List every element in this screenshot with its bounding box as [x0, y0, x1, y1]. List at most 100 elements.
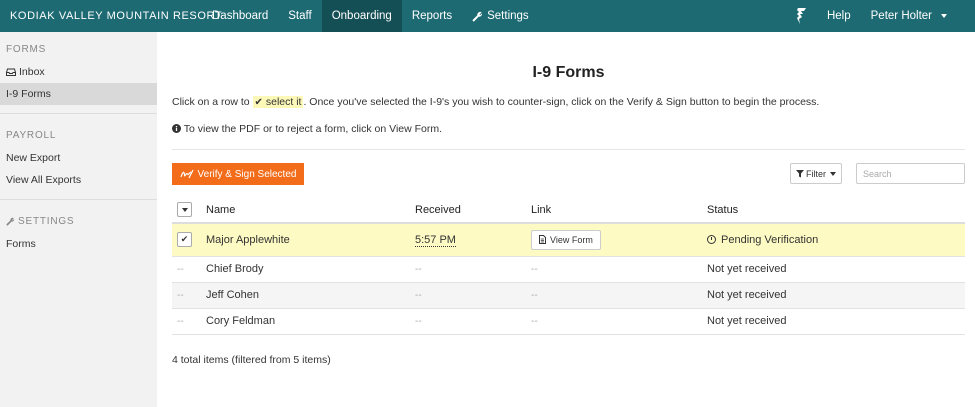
divider [172, 149, 965, 150]
sidebar-divider [0, 199, 157, 200]
instruction-post: . Once you've selected the I-9's you wis… [303, 96, 820, 108]
nav-onboarding[interactable]: Onboarding [321, 0, 402, 32]
signature-icon [179, 169, 194, 179]
row-received: -- [415, 256, 531, 283]
nav-staff-label: Staff [288, 10, 312, 22]
row-checkbox-placeholder: -- [172, 256, 206, 283]
toolbar: Verify & Sign Selected Filter [172, 163, 965, 203]
instructions: Click on a row to ✔ select it. Once you'… [172, 96, 965, 108]
checkmark-icon: ✔ [254, 97, 263, 108]
row-link-dash: -- [531, 290, 538, 301]
table-row[interactable]: -- Cory Feldman -- -- Not yet received [172, 308, 965, 335]
checkmark-icon: ✔ [180, 234, 189, 245]
filter-button[interactable]: Filter [790, 163, 842, 184]
row-received: -- [415, 308, 531, 335]
row-received-dash: -- [415, 290, 422, 301]
row-status: Not yet received [707, 282, 965, 309]
row-received-cell: 5:57 PM [415, 223, 531, 257]
nav-settings-label: Settings [487, 10, 529, 22]
nav-dashboard-label: Dashboard [212, 10, 269, 22]
sidebar-heading-forms: FORMS [6, 44, 47, 55]
row-checkbox[interactable]: ✔ [177, 232, 192, 248]
verify-sign-selected-button[interactable]: Verify & Sign Selected [172, 163, 304, 185]
help-link[interactable]: Help [817, 0, 861, 32]
main-nav: Dashboard Staff Onboarding Reports Setti… [202, 0, 539, 32]
row-checkbox-dash: -- [177, 316, 184, 327]
chevron-down-icon [181, 207, 188, 212]
top-navbar: KODIAK VALLEY MOUNTAIN RESORT Dashboard … [0, 0, 975, 32]
sidebar-item-label: Inbox [19, 66, 45, 78]
sidebar-heading-settings-label: SETTINGS [18, 216, 75, 227]
instruction-highlight: select it [265, 96, 302, 108]
row-status: Pending Verification [721, 233, 819, 246]
row-link: -- [531, 282, 707, 309]
inbox-icon [6, 68, 16, 76]
row-name: Jeff Cohen [206, 282, 415, 309]
sidebar-item-label: I-9 Forms [6, 88, 51, 100]
nav-right: Help Peter Holter [785, 0, 975, 32]
sidebar-item-new-export[interactable]: New Export [0, 147, 157, 169]
sidebar-divider [0, 113, 157, 114]
sidebar-item-inbox[interactable]: Inbox [0, 61, 157, 83]
wrench-icon [6, 217, 15, 226]
alpine-logo-icon[interactable] [785, 0, 817, 32]
sidebar-heading-settings: SETTINGS [0, 204, 157, 233]
wrench-icon [472, 11, 483, 22]
clock-icon [707, 235, 716, 245]
chevron-down-icon [830, 171, 836, 176]
select-highlight: ✔ select it [252, 96, 304, 108]
page-title: I-9 Forms [532, 64, 605, 81]
row-name: Cory Feldman [206, 308, 415, 335]
row-checkbox-placeholder: -- [172, 308, 206, 335]
row-link-dash: -- [531, 264, 538, 275]
filter-label: Filter [806, 168, 826, 179]
row-received-dash: -- [415, 264, 422, 275]
row-link-dash: -- [531, 316, 538, 327]
row-name: Chief Brody [206, 256, 415, 283]
nav-dashboard[interactable]: Dashboard [202, 0, 278, 32]
info-text: To view the PDF or to reject a form, cli… [183, 123, 443, 135]
row-status-cell: Pending Verification [707, 223, 965, 257]
row-checkbox-placeholder: -- [172, 282, 206, 309]
select-all-checkbox[interactable] [177, 202, 192, 217]
row-status: Not yet received [707, 256, 965, 283]
view-form-button[interactable]: View Form [531, 229, 601, 250]
nav-settings[interactable]: Settings [462, 0, 539, 32]
table-row[interactable]: -- Jeff Cohen -- -- Not yet received [172, 282, 965, 309]
row-received: 5:57 PM [415, 233, 456, 247]
row-status: Not yet received [707, 308, 965, 335]
nav-staff[interactable]: Staff [278, 0, 321, 32]
sidebar-item-i9-forms[interactable]: I-9 Forms [0, 83, 157, 105]
row-link: -- [531, 256, 707, 283]
instruction-pre: Click on a row to [172, 96, 250, 108]
nav-reports[interactable]: Reports [402, 0, 462, 32]
search-input[interactable] [856, 163, 965, 184]
main-content: I-9 Forms Click on a row to ✔ select it.… [172, 32, 965, 366]
verify-sign-label: Verify & Sign Selected [197, 168, 297, 180]
row-link: -- [531, 308, 707, 335]
row-checkbox-cell: ✔ [172, 223, 206, 257]
info-note: To view the PDF or to reject a form, cli… [172, 123, 965, 135]
row-received: -- [415, 282, 531, 309]
total-items-count: 4 total items (filtered from 5 items) [172, 353, 331, 366]
sidebar-item-label: View All Exports [6, 174, 82, 186]
chevron-down-icon [941, 14, 947, 18]
info-icon [172, 124, 181, 133]
nav-reports-label: Reports [411, 10, 453, 22]
view-form-label: View Form [550, 234, 593, 245]
sidebar-item-label: New Export [6, 152, 61, 164]
user-name: Peter Holter [870, 10, 932, 22]
table-row[interactable]: ✔ Major Applewhite 5:57 PM View Form Pen… [172, 223, 965, 257]
sidebar-item-label: Forms [6, 238, 36, 250]
document-icon [539, 235, 546, 245]
sidebar-item-forms[interactable]: Forms [0, 233, 157, 255]
table-row[interactable]: -- Chief Brody -- -- Not yet received [172, 256, 965, 283]
user-menu[interactable]: Peter Holter [861, 0, 975, 32]
sidebar: FORMS Inbox I-9 Forms PAYROLL New Export… [0, 32, 157, 407]
row-received-dash: -- [415, 316, 422, 327]
brand-name[interactable]: KODIAK VALLEY MOUNTAIN RESORT [0, 10, 222, 22]
sidebar-item-view-all-exports[interactable]: View All Exports [0, 169, 157, 191]
nav-onboarding-label: Onboarding [331, 10, 392, 22]
row-checkbox-dash: -- [177, 290, 184, 301]
row-checkbox-dash: -- [177, 264, 184, 275]
